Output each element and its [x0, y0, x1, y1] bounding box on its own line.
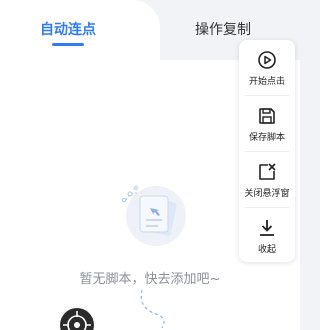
- play-icon: [258, 51, 276, 69]
- active-tab-indicator: [52, 43, 84, 46]
- start-click-label: 开始点击: [248, 77, 285, 87]
- save-icon: [259, 108, 275, 124]
- tab-auto-click[interactable]: 自动连点: [18, 18, 118, 42]
- collapse-download-icon: [260, 220, 274, 236]
- save-script-button[interactable]: 保存脚本: [239, 96, 295, 151]
- close-window-icon: [259, 163, 276, 180]
- start-click-button[interactable]: 开始点击: [239, 40, 295, 95]
- empty-state-message: 暂无脚本，快去添加吧~: [79, 272, 221, 287]
- empty-script-illustration: [122, 185, 186, 246]
- tab-operation-copy[interactable]: 操作复制: [168, 18, 278, 42]
- dashed-arrow-decoration: [140, 289, 165, 329]
- save-script-label: 保存脚本: [248, 133, 285, 143]
- collapse-button[interactable]: 收起: [239, 208, 295, 263]
- collapse-label: 收起: [257, 245, 276, 255]
- close-floating-window-label: 关闭悬浮窗: [244, 189, 290, 199]
- close-floating-window-button[interactable]: 关闭悬浮窗: [239, 152, 295, 207]
- floating-side-menu: 开始点击 保存脚本 关闭悬浮窗 收起: [239, 40, 295, 262]
